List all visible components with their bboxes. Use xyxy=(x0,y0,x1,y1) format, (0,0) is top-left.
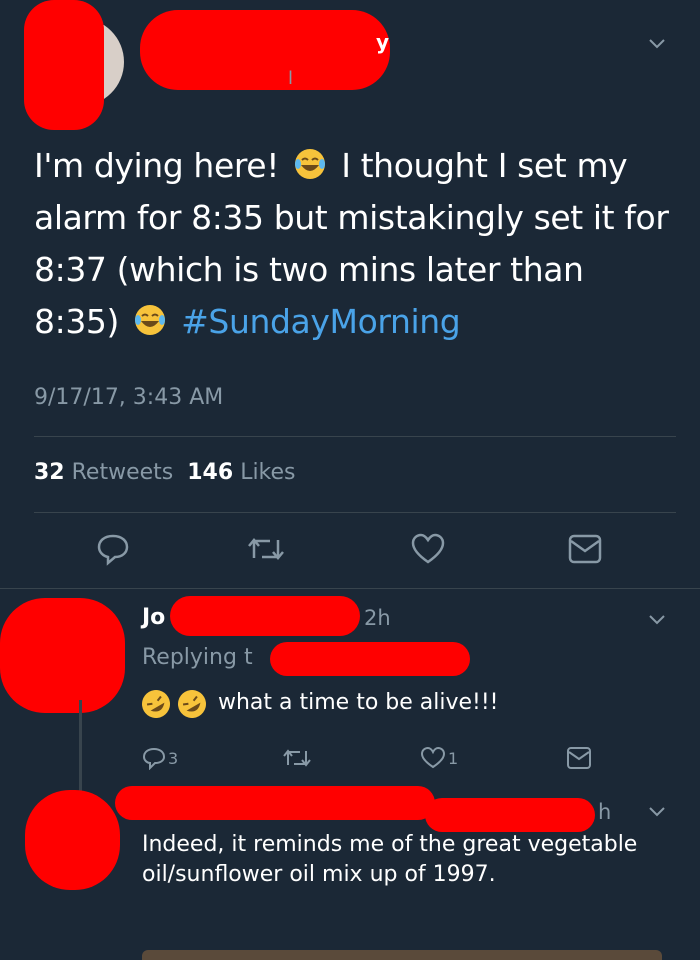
retweet-icon[interactable] xyxy=(246,532,286,566)
tweet-text: I'm dying here! I thought I set my alarm… xyxy=(34,140,674,348)
tweet-text-line3: 8:37 (which is two mins later than xyxy=(34,250,584,289)
redaction-reply2-handle xyxy=(425,798,595,832)
media-preview[interactable] xyxy=(142,950,662,960)
redaction-name xyxy=(140,10,390,90)
reply-author-name[interactable]: Jo xyxy=(142,605,165,630)
redaction-replying-to xyxy=(270,642,470,676)
replying-to-label: Replying t xyxy=(142,645,253,670)
reply-count: 3 xyxy=(168,749,179,768)
author-name-fragment: y xyxy=(376,30,390,54)
tweet-timestamp: 9/17/17, 3:43 AM xyxy=(34,385,224,410)
heart-icon[interactable] xyxy=(420,746,446,770)
reply-icon[interactable] xyxy=(96,532,130,566)
retweet-label[interactable]: Retweets xyxy=(72,460,174,485)
face-with-tears-of-joy-icon xyxy=(135,305,166,335)
redaction-avatar xyxy=(24,0,104,130)
reply-icon[interactable] xyxy=(142,746,166,770)
reply-text-row xyxy=(140,688,216,720)
tweet-text-line4: 8:35) xyxy=(34,302,119,341)
dm-icon[interactable] xyxy=(568,534,602,564)
redaction-reply2-name xyxy=(115,786,435,820)
retweet-count[interactable]: 32 xyxy=(34,460,65,485)
tweet-text-line1b: I thought I set my xyxy=(341,146,628,185)
thread-line xyxy=(79,700,82,795)
rolling-on-floor-laughing-icon xyxy=(142,690,206,718)
face-with-tears-of-joy-icon xyxy=(295,149,326,179)
chevron-down-icon[interactable] xyxy=(648,38,666,50)
tweet-stats: 32 Retweets 146 Likes xyxy=(34,460,296,485)
reply-text: what a time to be alive!!! xyxy=(218,690,499,715)
divider xyxy=(0,588,700,589)
heart-icon[interactable] xyxy=(410,532,446,566)
divider xyxy=(34,512,676,513)
like-count[interactable]: 146 xyxy=(187,460,233,485)
reply-timestamp: h xyxy=(598,800,612,824)
tweet-text-line2: alarm for 8:35 but mistakingly set it fo… xyxy=(34,198,669,237)
dm-icon[interactable] xyxy=(566,746,592,770)
like-count: 1 xyxy=(448,749,459,768)
redaction-reply-avatar xyxy=(0,598,125,713)
chevron-down-icon[interactable] xyxy=(648,614,666,626)
chevron-down-icon[interactable] xyxy=(648,806,666,818)
tweet-text-line1: I'm dying here! xyxy=(34,146,280,185)
divider xyxy=(34,436,676,437)
hashtag-link[interactable]: #SundayMorning xyxy=(181,302,461,341)
reply-timestamp: 2h xyxy=(364,606,391,630)
author-handle-fragment: l xyxy=(288,68,294,89)
redaction-reply-name xyxy=(170,596,360,636)
like-label[interactable]: Likes xyxy=(240,460,295,485)
retweet-icon[interactable] xyxy=(282,746,312,770)
redaction-reply2-avatar xyxy=(25,790,120,890)
reply-text: Indeed, it reminds me of the great veget… xyxy=(142,832,638,887)
